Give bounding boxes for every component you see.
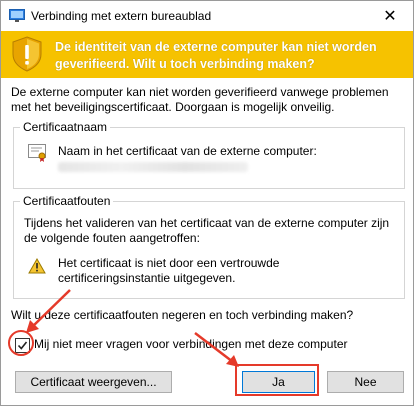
window-title: Verbinding met extern bureaublad: [31, 9, 212, 23]
dialog-window: Verbinding met extern bureaublad ✕ De id…: [0, 0, 414, 406]
certificate-name-value-redacted: [58, 162, 248, 172]
dont-ask-label[interactable]: Mij niet meer vragen voor verbindingen m…: [34, 337, 348, 351]
certificate-errors-description: Tijdens het valideren van het certificaa…: [24, 216, 390, 245]
warning-shield-icon: [12, 36, 42, 72]
ignore-errors-question: Wilt u deze certificaatfouten negeren en…: [11, 308, 354, 322]
view-certificate-button[interactable]: Certificaat weergeven...: [15, 371, 172, 393]
warning-triangle-icon: [28, 258, 46, 274]
certificate-name-group: Certificaatnaam Naam in het certificaat …: [13, 120, 405, 189]
certificate-errors-group: Certificaatfouten Tijdens het valideren …: [13, 194, 405, 299]
certificate-error-text: Het certificaat is niet door een vertrou…: [58, 256, 280, 285]
certificate-errors-legend: Certificaatfouten: [20, 194, 114, 208]
close-button[interactable]: ✕: [367, 1, 413, 31]
title-bar: Verbinding met extern bureaublad ✕: [1, 1, 413, 31]
banner-message: De identiteit van de externe computer ka…: [55, 40, 377, 71]
no-button[interactable]: Nee: [327, 371, 404, 393]
close-icon: ✕: [383, 8, 397, 25]
certificate-icon: [28, 144, 46, 162]
certificate-name-label: Naam in het certificaat van de externe c…: [58, 144, 317, 158]
intro-text: De externe computer kan niet worden geve…: [11, 85, 389, 114]
annotation-box-yes-button: [235, 364, 319, 396]
remote-desktop-icon: [9, 9, 25, 22]
certificate-name-legend: Certificaatnaam: [20, 120, 111, 134]
annotation-circle-checkbox: [8, 330, 34, 356]
warning-banner: De identiteit van de externe computer ka…: [1, 31, 413, 78]
